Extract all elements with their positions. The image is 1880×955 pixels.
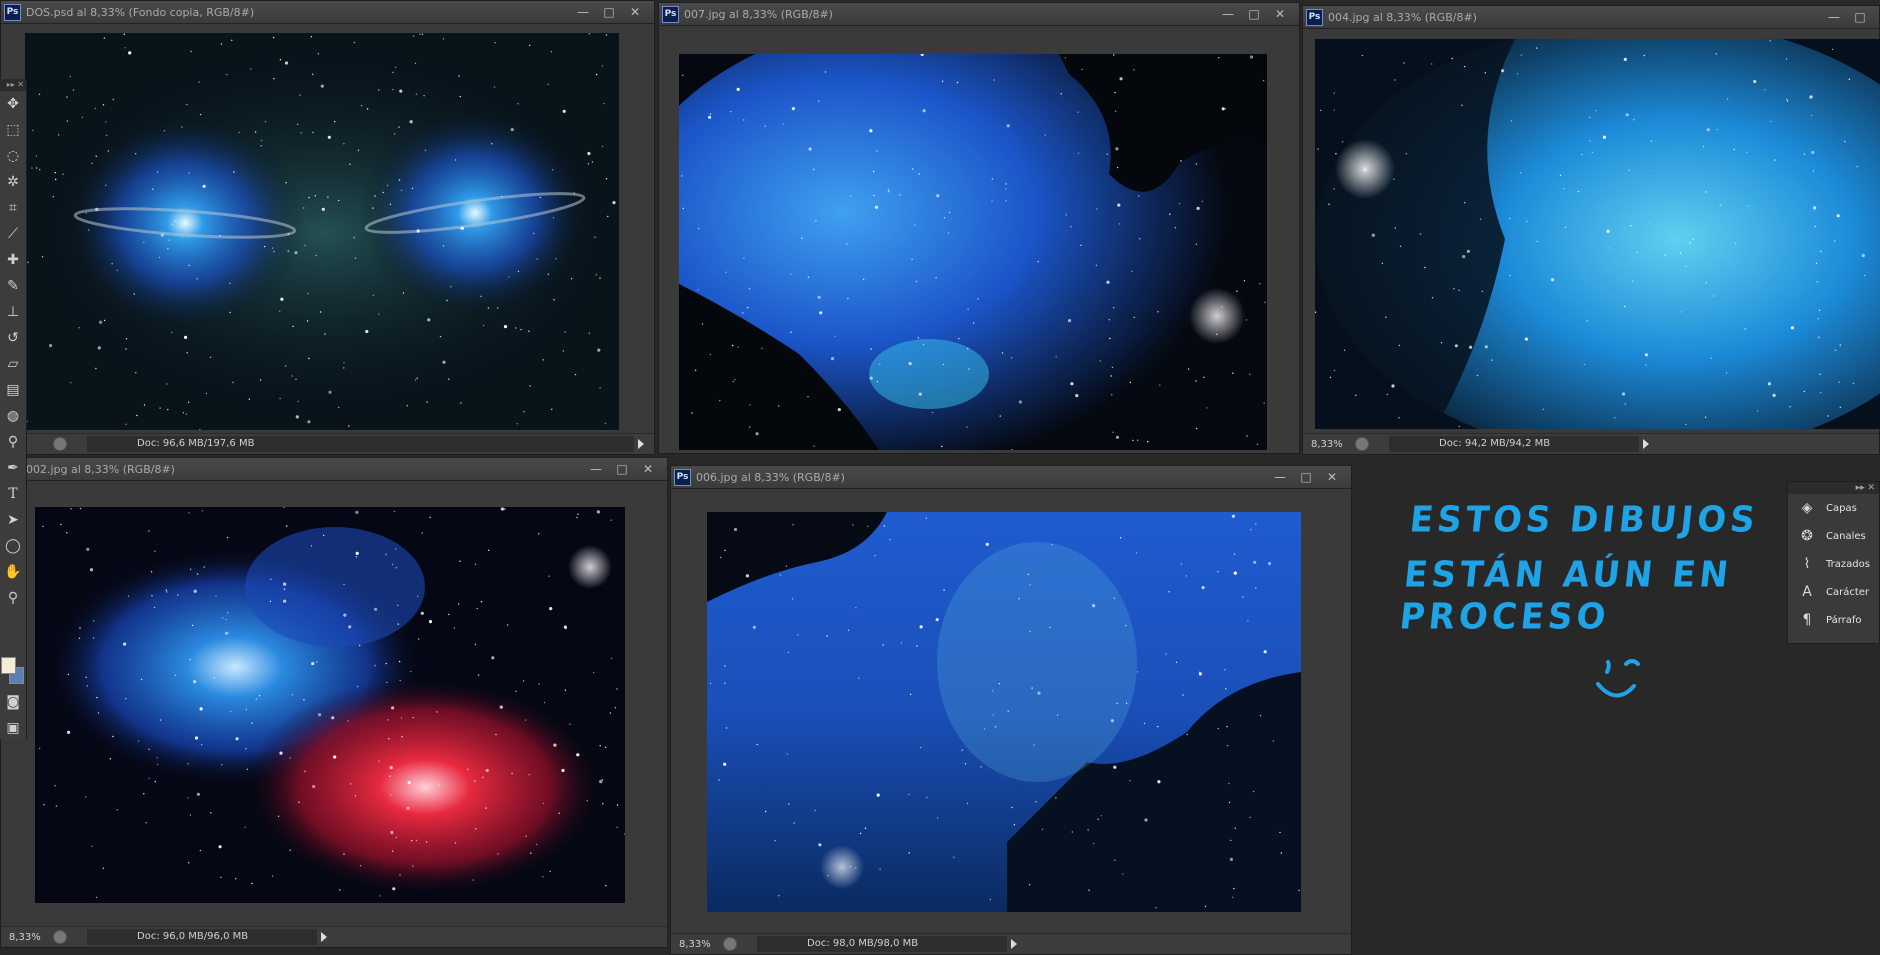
document-window-004[interactable]: Ps 004.jpg al 8,33% (RGB/8#) — □ 8,33% D… [1302,5,1880,455]
window-titlebar[interactable]: Ps 007.jpg al 8,33% (RGB/8#) — □ ✕ [659,3,1299,26]
close-button[interactable]: ✕ [1319,468,1345,486]
document-window-002[interactable]: Ps 002.jpg al 8,33% (RGB/8#) — □ ✕ [0,457,668,948]
close-button[interactable]: ✕ [635,460,661,478]
screen-mode-icon[interactable]: ▣ [0,715,26,741]
galaxy-painting-dos [25,33,619,430]
type-tool-icon[interactable]: T [0,481,26,507]
layers-icon: ◈ [1801,500,1813,516]
zoom-level[interactable]: 8,33% [1,932,53,943]
window-title: 002.jpg al 8,33% (RGB/8#) [26,462,175,476]
blur-tool-icon[interactable]: ◍ [0,403,26,429]
eyedropper-tool-icon[interactable]: ⟋ [0,221,26,247]
panel-item-capas[interactable]: ◈ Capas [1788,494,1879,522]
status-arrow-icon[interactable] [1643,439,1649,449]
foreground-color-swatch[interactable] [1,657,16,674]
path-selection-tool-icon[interactable]: ➤ [0,507,26,533]
doc-size-info: Doc: 94,2 MB/94,2 MB [1389,436,1639,452]
status-arrow-icon[interactable] [321,932,327,942]
maximize-button[interactable]: □ [596,3,622,21]
doc-size-info: Doc: 96,0 MB/96,0 MB [87,929,317,945]
wink-smiley-icon [1596,659,1640,698]
status-menu-icon[interactable] [53,930,67,944]
status-arrow-icon[interactable] [638,439,644,449]
handwritten-note-line1: ESTOS DIBUJOS [1407,499,1761,541]
galaxy-painting-004 [1315,39,1880,429]
window-titlebar[interactable]: Ps 002.jpg al 8,33% (RGB/8#) — □ ✕ [1,458,667,481]
status-menu-icon[interactable] [53,437,67,451]
crop-tool-icon[interactable]: ⌗ [0,195,26,221]
hand-tool-icon[interactable]: ✋ [0,559,26,585]
tools-panel-header[interactable]: ▸▸ ✕ [0,79,26,91]
doc-size-info: Doc: 96,6 MB/197,6 MB [87,436,634,452]
status-menu-icon[interactable] [723,937,737,951]
photoshop-icon: Ps [4,3,21,21]
maximize-button[interactable]: □ [609,460,635,478]
panel-item-label: Capas [1826,502,1857,514]
move-tool-icon[interactable]: ✥ [0,91,26,117]
photoshop-icon: Ps [1306,8,1323,26]
canvas-image-dos[interactable] [25,33,619,430]
doc-size-info: Doc: 98,0 MB/98,0 MB [757,936,1007,952]
photoshop-icon: Ps [674,468,691,486]
zoom-level[interactable]: 8,33% [1303,439,1355,450]
magic-wand-tool-icon[interactable]: ✲ [0,169,26,195]
minimize-button[interactable]: — [570,3,596,21]
lasso-tool-icon[interactable]: ◌ [0,143,26,169]
maximize-button[interactable]: □ [1293,468,1319,486]
window-title: 006.jpg al 8,33% (RGB/8#) [696,470,845,484]
document-window-007[interactable]: Ps 007.jpg al 8,33% (RGB/8#) — □ ✕ [658,2,1300,454]
window-titlebar[interactable]: Ps DOS.psd al 8,33% (Fondo copia, RGB/8#… [1,1,654,24]
status-bar: % Doc: 96,6 MB/197,6 MB [1,433,654,454]
close-button[interactable]: ✕ [622,3,648,21]
minimize-button[interactable]: — [1267,468,1293,486]
brush-tool-icon[interactable]: ✎ [0,273,26,299]
tools-panel: ▸▸ ✕ ✥ ⬚ ◌ ✲ ⌗ ⟋ ✚ ✎ ⊥ ↺ ▱ ▤ ◍ ⚲ ✒ T ➤ ◯… [0,79,27,739]
canvas-image-004[interactable] [1315,39,1880,429]
close-button[interactable]: ✕ [1267,5,1293,23]
status-bar: 8,33% Doc: 98,0 MB/98,0 MB [671,933,1351,954]
zoom-tool-icon[interactable]: ⚲ [0,585,26,611]
marquee-tool-icon[interactable]: ⬚ [0,117,26,143]
status-bar: 8,33% Doc: 94,2 MB/94,2 MB [1303,433,1879,454]
window-title: 004.jpg al 8,33% (RGB/8#) [1328,10,1477,24]
status-arrow-icon[interactable] [1011,939,1017,949]
galaxy-painting-006 [707,512,1301,912]
healing-brush-tool-icon[interactable]: ✚ [0,247,26,273]
gradient-tool-icon[interactable]: ▤ [0,377,26,403]
eraser-tool-icon[interactable]: ▱ [0,351,26,377]
zoom-level[interactable]: 8,33% [671,939,723,950]
galaxy-painting-002 [35,507,625,903]
pen-tool-icon[interactable]: ✒ [0,455,26,481]
channels-icon: ❂ [1801,528,1813,544]
minimize-button[interactable]: — [1215,5,1241,23]
window-title: 007.jpg al 8,33% (RGB/8#) [684,7,833,21]
minimize-button[interactable]: — [1821,8,1847,26]
photoshop-icon: Ps [662,5,679,23]
clone-stamp-tool-icon[interactable]: ⊥ [0,299,26,325]
window-titlebar[interactable]: Ps 004.jpg al 8,33% (RGB/8#) — □ [1303,6,1879,29]
canvas-image-006[interactable] [707,512,1301,912]
dodge-tool-icon[interactable]: ⚲ [0,429,26,455]
history-brush-tool-icon[interactable]: ↺ [0,325,26,351]
canvas-image-007[interactable] [679,54,1267,450]
quick-mask-icon[interactable]: ◙ [0,689,26,715]
maximize-button[interactable]: □ [1241,5,1267,23]
window-titlebar[interactable]: Ps 006.jpg al 8,33% (RGB/8#) — □ ✕ [671,466,1351,489]
status-bar: 8,33% Doc: 96,0 MB/96,0 MB [1,926,667,947]
window-title: DOS.psd al 8,33% (Fondo copia, RGB/8#) [26,5,255,19]
panel-item-canales[interactable]: ❂ Canales [1788,522,1879,550]
canvas-image-002[interactable] [35,507,625,903]
handwritten-note-line2: ESTÁN AÚN EN PROCESO [1397,554,1735,638]
minimize-button[interactable]: — [583,460,609,478]
document-window-dos[interactable]: Ps DOS.psd al 8,33% (Fondo copia, RGB/8#… [0,0,655,455]
maximize-button[interactable]: □ [1847,8,1873,26]
document-window-006[interactable]: Ps 006.jpg al 8,33% (RGB/8#) — □ ✕ 8,33% [670,465,1352,955]
galaxy-painting-007 [679,54,1267,450]
shape-tool-icon[interactable]: ◯ [0,533,26,559]
panel-item-label: Canales [1826,530,1866,542]
panels-dock-header[interactable]: ▸▸ ✕ [1788,482,1879,494]
status-menu-icon[interactable] [1355,437,1369,451]
